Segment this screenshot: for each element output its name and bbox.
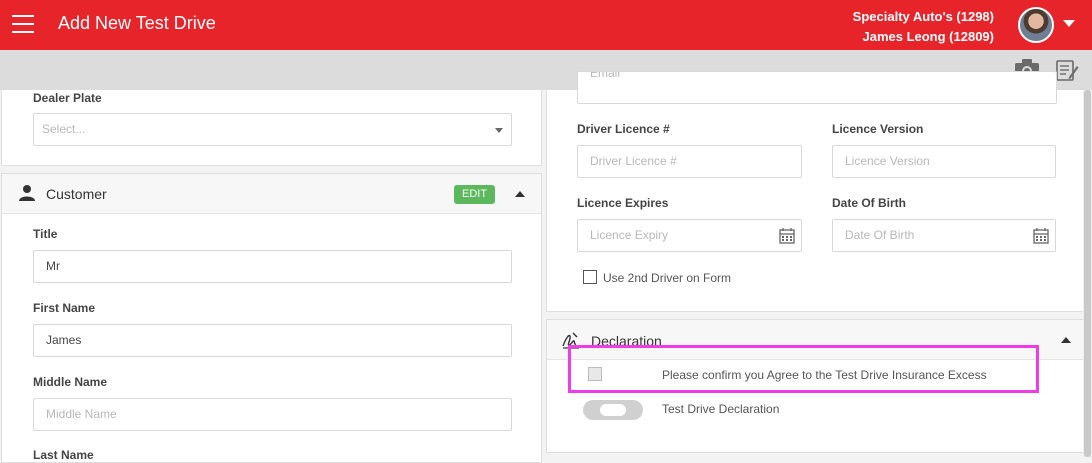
toggle-knob[interactable]: [600, 404, 626, 416]
dealer-plate-select[interactable]: Select...: [33, 113, 512, 146]
scrollbar[interactable]: [1083, 90, 1092, 457]
date-of-birth-label: Date Of Birth: [832, 196, 907, 210]
caret-down-icon[interactable]: [1063, 20, 1075, 27]
dealer-plate-label: Dealer Plate: [33, 91, 102, 105]
email-field-placeholder: Email: [590, 71, 621, 80]
driver-licence-field[interactable]: Driver Licence #: [577, 145, 802, 178]
test-drive-declaration-label: Test Drive Declaration: [662, 402, 780, 416]
dealer-plate-select-value: Select...: [42, 122, 86, 136]
calendar-icon[interactable]: [1033, 228, 1049, 244]
scrollbar-thumb[interactable]: [1084, 90, 1091, 457]
page-title: Add New Test Drive: [58, 13, 216, 33]
person-icon: [19, 185, 35, 201]
driver-licence-label: Driver Licence #: [577, 122, 670, 136]
customer-panel: Customer EDIT Title Mr First Name James …: [1, 173, 542, 463]
driver-panel: Email Driver Licence # Driver Licence # …: [546, 71, 1085, 312]
hamburger-menu-icon[interactable]: [12, 15, 34, 33]
highlight-box: [568, 345, 1039, 393]
last-name-label: Last Name: [33, 448, 94, 462]
user-avatar[interactable]: [1018, 7, 1054, 43]
date-of-birth-field[interactable]: Date Of Birth: [832, 219, 1056, 252]
dealer-name: Specialty Auto's (1298): [852, 9, 994, 24]
edit-notes-icon[interactable]: [1055, 58, 1079, 82]
user-name: James Leong (12809): [862, 29, 994, 44]
calendar-icon[interactable]: [779, 228, 795, 244]
first-name-label: First Name: [33, 301, 96, 315]
licence-version-label: Licence Version: [832, 122, 924, 136]
licence-expires-label: Licence Expires: [577, 196, 669, 210]
customer-section-title: Customer: [46, 186, 107, 202]
title-label: Title: [33, 227, 58, 241]
email-field[interactable]: Email: [577, 71, 1057, 104]
licence-expiry-placeholder: Licence Expiry: [590, 228, 669, 242]
second-driver-checkbox[interactable]: [583, 270, 597, 284]
edit-button[interactable]: EDIT: [454, 185, 496, 204]
second-driver-label: Use 2nd Driver on Form: [603, 271, 732, 285]
dealer-plate-panel: Dealer Plate Select...: [1, 90, 542, 166]
chevron-down-icon: [495, 128, 503, 133]
collapse-caret-up-icon[interactable]: [1061, 337, 1071, 343]
first-name-field[interactable]: James: [33, 324, 512, 357]
collapse-caret-up-icon[interactable]: [515, 191, 525, 197]
date-of-birth-placeholder: Date Of Birth: [845, 228, 915, 242]
middle-name-field[interactable]: Middle Name: [33, 398, 512, 431]
licence-version-field[interactable]: Licence Version: [832, 145, 1056, 178]
test-drive-declaration-toggle[interactable]: [583, 400, 643, 420]
licence-expiry-field[interactable]: Licence Expiry: [577, 219, 802, 252]
user-info: Specialty Auto's (1298) James Leong (128…: [853, 7, 994, 47]
customer-section-header[interactable]: Customer EDIT: [2, 174, 541, 214]
title-field[interactable]: Mr: [33, 250, 512, 283]
middle-name-label: Middle Name: [33, 375, 108, 389]
app-header: Add New Test Drive Specialty Auto's (129…: [0, 0, 1092, 50]
